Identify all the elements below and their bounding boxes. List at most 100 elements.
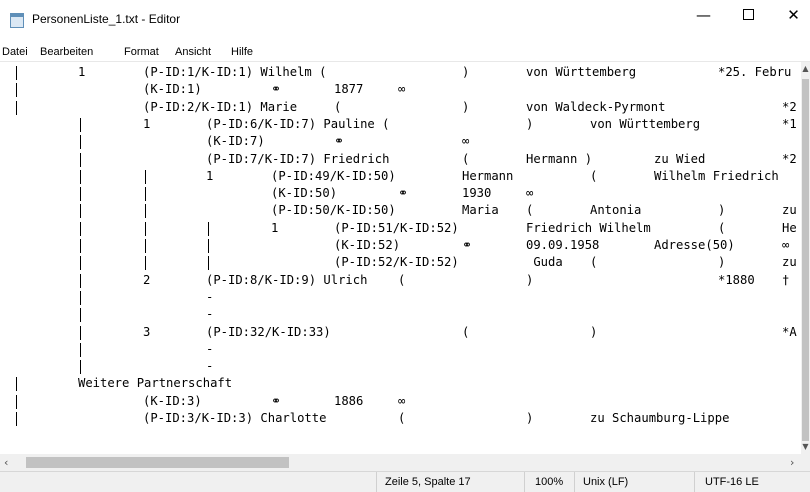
scroll-left-icon[interactable]: ‹: [4, 456, 8, 469]
tree-bar: [16, 100, 17, 115]
close-button[interactable]: ✕: [771, 0, 810, 30]
text-segment: (P-ID:32/K-ID:33): [206, 324, 331, 339]
text-segment: -: [206, 289, 214, 304]
menu-format[interactable]: Format: [124, 46, 159, 58]
horizontal-scrollbar[interactable]: ‹ ›: [0, 454, 810, 471]
tree-bar: [80, 290, 81, 305]
text-segment: (P-ID:7/K-ID:7) Friedrich: [206, 151, 390, 166]
text-segment: -: [206, 341, 214, 356]
tree-bar: [208, 239, 209, 253]
text-segment: 1: [271, 220, 279, 235]
menu-bearbeiten[interactable]: Bearbeiten: [40, 46, 93, 58]
text-segment: (: [462, 324, 470, 339]
text-segment: 1: [143, 116, 151, 131]
text-segment: Wilhelm Friedrich: [654, 168, 779, 183]
line-ending: Unix (LF): [583, 476, 629, 488]
text-line: -: [0, 306, 801, 323]
horizontal-scroll-thumb[interactable]: [26, 457, 289, 468]
vertical-scrollbar[interactable]: ▲ ▼: [801, 62, 810, 454]
text-segment: ): [718, 203, 726, 218]
text-segment: zu: [782, 203, 797, 218]
tree-bar: [16, 412, 17, 426]
scroll-right-icon[interactable]: ›: [790, 456, 794, 469]
text-segment: (P-ID:50/K-ID:50): [271, 203, 396, 218]
scroll-down-icon[interactable]: ▼: [801, 440, 810, 454]
text-segment: *1: [782, 116, 797, 131]
text-line: -: [0, 289, 801, 306]
text-segment: *1880: [718, 272, 755, 287]
tree-bar: [145, 187, 146, 202]
text-segment: Hermann ): [526, 151, 593, 166]
text-editor[interactable]: 1 (P-ID:1/K-ID:1) Wilhelm () von Württembe…: [0, 62, 801, 454]
text-segment: ∞: [526, 186, 534, 201]
scroll-up-icon[interactable]: ▲: [801, 62, 810, 76]
text-line: -: [0, 341, 801, 358]
encoding: UTF-16 LE: [705, 476, 759, 488]
text-segment: ∞: [398, 393, 406, 408]
text-segment: ): [718, 255, 726, 270]
text-segment: *A: [782, 324, 797, 339]
text-line: 1 (P-ID:49/K-ID:50) Hermann (Wilhelm Friedr…: [0, 168, 801, 185]
text-segment: zu Schaumburg-Lippe: [590, 411, 730, 425]
maximize-icon: [743, 9, 754, 20]
text-segment: Maria: [462, 203, 499, 218]
tree-bar: [16, 377, 17, 392]
tree-bar: [16, 394, 17, 409]
tree-bar: [145, 221, 146, 236]
text-segment: -: [206, 359, 214, 374]
text-line: 2 (P-ID:8/K-ID:9) Ulrich () *1880 †: [0, 272, 801, 289]
text-segment: ∞: [398, 82, 406, 97]
text-segment: 1930: [462, 186, 492, 201]
tree-bar: [145, 204, 146, 219]
text-segment: ⚭: [334, 134, 345, 149]
tree-bar: [208, 221, 209, 236]
window-title: PersonenListe_1.txt - Editor: [32, 12, 181, 26]
status-divider: [694, 472, 695, 492]
text-line: (K-ID:7) ⚭ ∞: [0, 133, 801, 150]
text-segment: (: [526, 203, 534, 218]
tree-bar: [80, 256, 81, 271]
text-line: (K-ID:1) ⚭ 1877 ∞: [0, 81, 801, 98]
text-segment: (P-ID:6/K-ID:7) Pauline (: [206, 116, 390, 131]
text-segment: von Württemberg: [526, 65, 637, 79]
menu-ansicht[interactable]: Ansicht: [175, 46, 211, 58]
vertical-scroll-thumb[interactable]: [802, 79, 809, 441]
tree-bar: [80, 221, 81, 236]
text-segment: (P-ID:51/K-ID:52): [334, 220, 459, 235]
tree-bar: [16, 66, 17, 80]
tree-bar: [80, 325, 81, 340]
notepad-icon: [10, 13, 24, 28]
text-segment: (: [590, 255, 598, 270]
text-segment: (: [398, 272, 406, 287]
text-segment: Adresse(50): [654, 238, 735, 252]
tree-bar: [80, 239, 81, 253]
text-segment: 09.09.1958: [526, 238, 600, 252]
text-line: (P-ID:3/K-ID:3) Charlotte () zu Schaumburg…: [0, 410, 801, 427]
tree-bar: [145, 239, 146, 253]
text-line: (P-ID:2/K-ID:1) Marie () von Waldeck-Pyrmo…: [0, 99, 801, 116]
text-segment: ⚭: [398, 186, 409, 201]
tree-bar: [80, 169, 81, 184]
minimize-button[interactable]: —: [681, 0, 726, 30]
status-divider: [524, 472, 525, 492]
text-segment: 1877: [334, 82, 364, 97]
menu-hilfe[interactable]: Hilfe: [231, 46, 253, 58]
text-segment: 1: [206, 168, 214, 183]
text-line: (P-ID:50/K-ID:50) Maria (Antonia) zu: [0, 202, 801, 219]
menu-datei[interactable]: Datei: [2, 46, 28, 58]
zoom-level: 100%: [535, 476, 564, 488]
status-bar: Zeile 5, Spalte 17 100% Unix (LF) UTF-16…: [0, 471, 810, 492]
tree-bar: [80, 360, 81, 375]
text-segment: 3: [143, 324, 151, 339]
text-line: 1 (P-ID:51/K-ID:52) Friedrich Wilhelm (He: [0, 220, 801, 237]
maximize-button[interactable]: [726, 0, 771, 30]
tree-bar: [145, 256, 146, 271]
text-segment: (P-ID:49/K-ID:50): [271, 168, 396, 183]
text-segment: ): [462, 65, 470, 79]
tree-bar: [80, 342, 81, 357]
text-segment: ⚭: [462, 238, 473, 252]
title-bar: PersonenListe_1.txt - Editor — ✕: [0, 0, 810, 44]
tree-bar: [80, 187, 81, 202]
text-segment: *2: [782, 99, 797, 114]
text-line: (K-ID:52) ⚭ 09.09.1958 Adresse(50) ∞: [0, 237, 801, 254]
